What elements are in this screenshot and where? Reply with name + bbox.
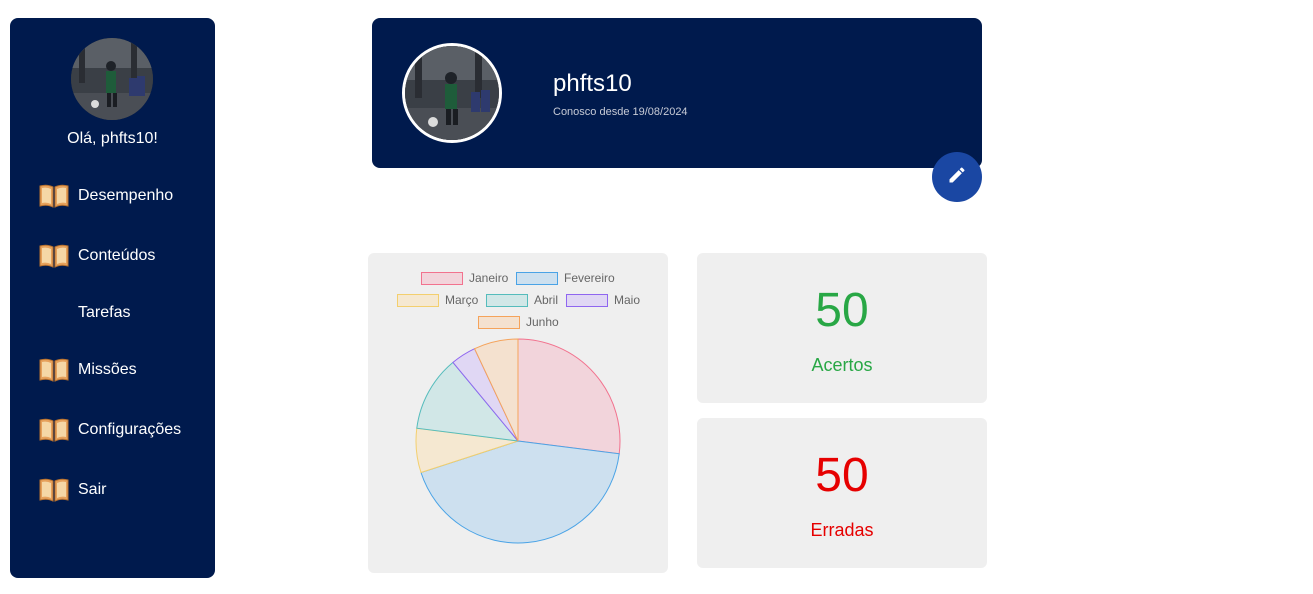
book-icon [38, 477, 70, 503]
book-icon [38, 243, 70, 269]
profile-card: phfts10 Conosco desde 19/08/2024 [372, 18, 982, 168]
book-icon [38, 357, 70, 383]
sidebar-item-label: Tarefas [78, 304, 131, 321]
profile-avatar [402, 43, 502, 143]
erradas-card: 50 Erradas [697, 418, 987, 568]
profile-member-since: Conosco desde 19/08/2024 [553, 106, 688, 118]
sidebar-item-label: Conteúdos [78, 247, 156, 264]
acertos-value: 50 [815, 284, 869, 337]
sidebar-item-missoes[interactable]: Missões [38, 356, 137, 384]
chart-card: Janeiro Fevereiro Março Abril Maio Junho [368, 253, 668, 573]
edit-profile-button[interactable] [932, 152, 982, 202]
pie-chart [415, 338, 621, 544]
user-avatar[interactable] [71, 38, 153, 120]
sidebar-item-sair[interactable]: Sair [38, 476, 106, 504]
sidebar: Olá, phfts10! Desempenho Conteúdos Taref… [10, 18, 215, 578]
acertos-card: 50 Acertos [697, 253, 987, 403]
pie-slice-janeiro[interactable] [517, 338, 621, 455]
erradas-label: Erradas [810, 520, 874, 540]
greeting-text: Olá, phfts10! [67, 130, 158, 147]
erradas-value: 50 [815, 449, 869, 502]
profile-username: phfts10 [553, 70, 632, 97]
sidebar-item-label: Sair [78, 481, 107, 498]
sidebar-item-conteudos[interactable]: Conteúdos [38, 242, 155, 270]
book-icon [38, 417, 70, 443]
sidebar-item-label: Desempenho [78, 187, 174, 204]
sidebar-item-desempenho[interactable]: Desempenho [38, 182, 173, 210]
sidebar-item-label: Missões [78, 361, 137, 378]
sidebar-item-label: Configurações [78, 421, 182, 438]
pencil-icon [947, 165, 967, 190]
sidebar-item-configuracoes[interactable]: Configurações [38, 416, 181, 444]
acertos-label: Acertos [811, 355, 873, 375]
sidebar-item-tarefas[interactable]: Tarefas [38, 299, 130, 327]
book-icon [38, 183, 70, 209]
